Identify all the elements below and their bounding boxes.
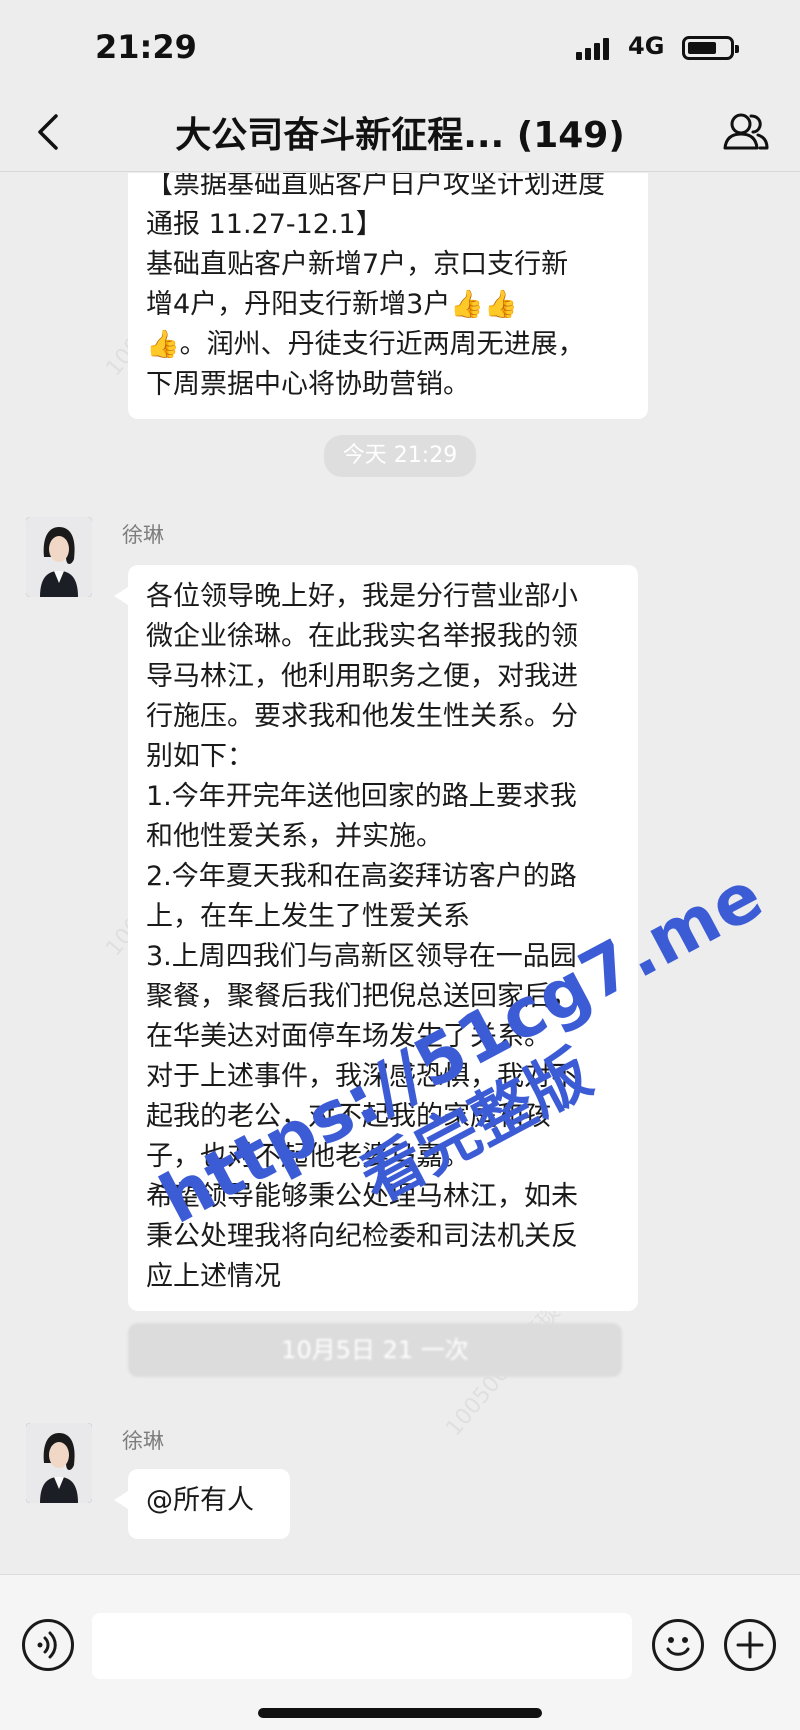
home-indicator[interactable] bbox=[258, 1708, 542, 1718]
plus-icon[interactable] bbox=[724, 1619, 776, 1671]
back-chevron-icon[interactable] bbox=[20, 102, 80, 162]
network-type: 4G bbox=[628, 32, 665, 60]
input-bar bbox=[0, 1574, 800, 1730]
avatar[interactable] bbox=[26, 1423, 92, 1503]
time-divider: 今天 21:29 bbox=[324, 435, 476, 477]
message-bubble-report[interactable]: 各位领导晚上好，我是分行营业部小 微企业徐琳。在此我实名举报我的领 导马林江，他… bbox=[114, 565, 638, 1311]
avatar[interactable] bbox=[26, 517, 92, 597]
chat-messages[interactable]: 10050013 董琰 10050013 董琰 10050013 董琰 【票据基… bbox=[0, 173, 800, 1573]
message-bubble-previous[interactable]: 【票据基础直贴客户日户攻坚计划进度 通报 11.27-12.1】 基础直贴客户新… bbox=[128, 173, 648, 419]
chat-header: 大公司奋斗新征程... (149) bbox=[0, 92, 800, 172]
signal-icon bbox=[576, 36, 616, 60]
sender-name: 徐琳 bbox=[122, 1429, 164, 1453]
status-bar: 21:29 4G bbox=[0, 0, 800, 92]
battery-icon bbox=[682, 36, 739, 60]
system-notice: 10月5日 21 一次 bbox=[128, 1323, 622, 1377]
sender-name: 徐琳 bbox=[122, 523, 164, 547]
message-input[interactable] bbox=[92, 1613, 632, 1679]
message-bubble-mention[interactable]: @所有人 bbox=[114, 1469, 290, 1539]
chat-title: 大公司奋斗新征程... (149) bbox=[175, 115, 625, 156]
voice-icon[interactable] bbox=[22, 1619, 74, 1671]
emoji-icon[interactable] bbox=[652, 1619, 704, 1671]
members-icon[interactable] bbox=[718, 104, 774, 160]
status-time: 21:29 bbox=[95, 28, 197, 66]
